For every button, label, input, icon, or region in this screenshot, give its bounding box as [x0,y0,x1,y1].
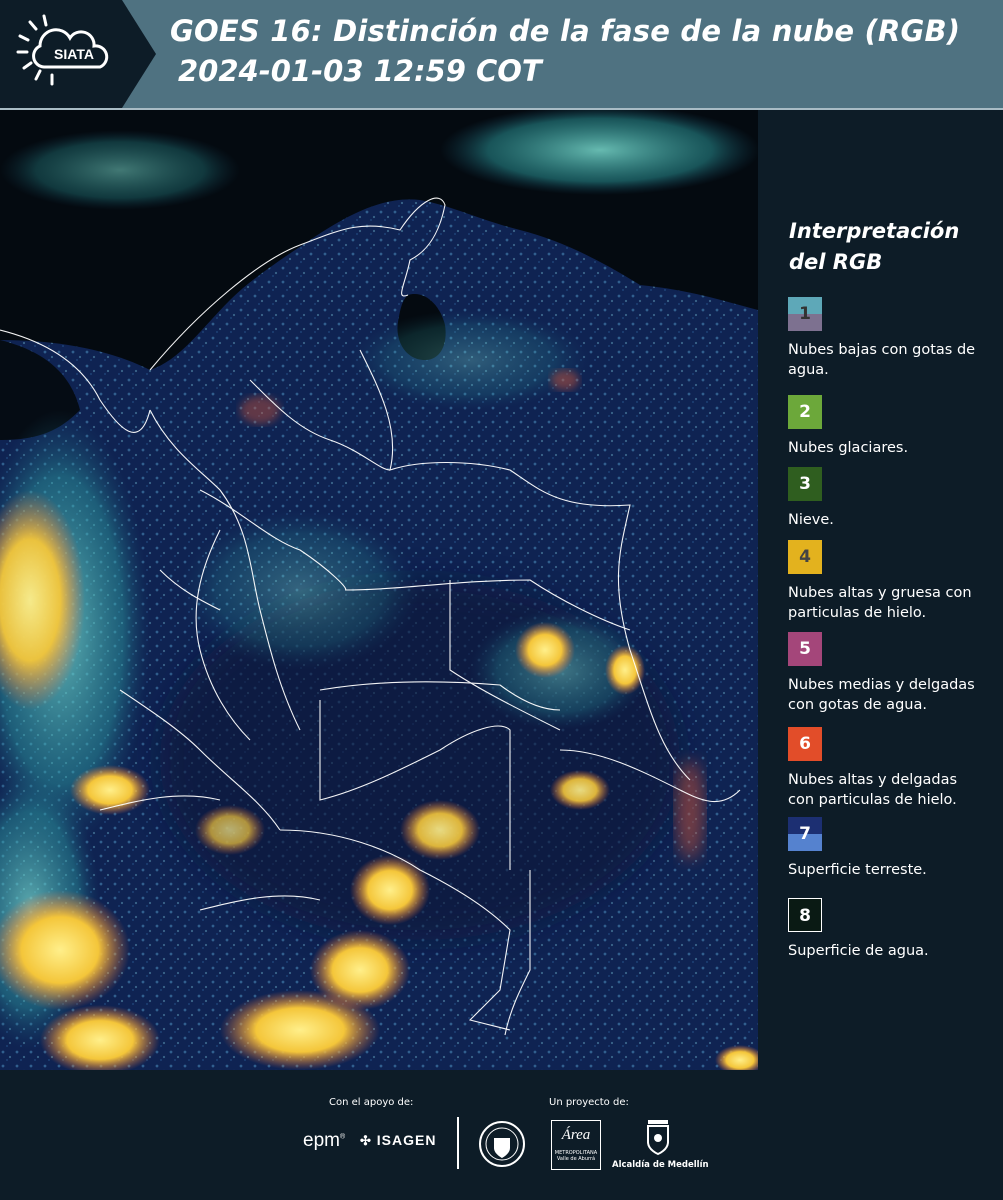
legend-label: Nubes glaciares. [788,440,909,456]
legend-label: Nieve. [788,512,834,528]
legend-title-line-2: del RGB [789,250,883,274]
legend-swatch: 8 [788,898,822,932]
legend-label: Nubes altas y delgadas con particulas de… [788,772,958,808]
legend-number: 2 [799,402,811,422]
area-logo-sub2: Valle de Aburrá [556,1156,596,1162]
footer: Con el apoyo de: Un proyecto de: epm® ✣ … [0,1070,1003,1200]
support-label: Con el apoyo de: [329,1097,414,1108]
area-logo-text: Área [561,1127,591,1143]
legend-label: Nubes medias y delgadas con gotas de agu… [788,677,975,713]
legend-number: 7 [799,824,811,844]
isagen-logo: ✣ ISAGEN [360,1132,436,1149]
legend-number: 3 [799,474,811,494]
legend-swatch: 6 [788,727,822,761]
legend-item: 7 Superficie terreste. [788,817,983,880]
area-metropolitana-logo: Área METROPOLITANA Valle de Aburrá [551,1120,601,1170]
legend-swatch: 5 [788,632,822,666]
legend-item: 8 Superficie de agua. [788,898,983,961]
legend-label: Superficie terreste. [788,862,927,878]
epm-logo: epm® [303,1130,345,1152]
legend-item: 6 Nubes altas y delgadas con particulas d… [788,727,983,810]
legend-number: 6 [799,734,811,754]
header-banner: SIATA GOES 16: Distinción de la fase de … [0,0,1003,108]
legend-title: Interpretación del RGB [789,216,999,278]
legend-swatch: 4 [788,540,822,574]
legend-item: 3 Nieve. [788,467,983,530]
title-line-2: 2024-01-03 12:59 COT [178,54,542,88]
epm-logo-text: epm [303,1130,340,1151]
satellite-map [0,110,758,1070]
legend-title-line-1: Interpretación [789,219,960,243]
legend-label: Nubes bajas con gotas de agua. [788,342,976,378]
legend-number: 8 [799,906,811,926]
isagen-logo-text: ISAGEN [376,1132,437,1148]
legend-number: 5 [799,639,811,659]
registered-mark: ® [339,1133,346,1141]
legend-number: 1 [799,304,811,324]
legend-swatch: 3 [788,467,822,501]
legend-swatch: 2 [788,395,822,429]
legend-item: 5 Nubes medias y delgadas con gotas de ag… [788,632,983,715]
legend-swatch: 7 [788,817,822,851]
legend-number: 4 [799,547,811,567]
legend-item: 2 Nubes glaciares. [788,395,983,458]
svg-text:SIATA: SIATA [54,46,94,62]
legend-item: 4 Nubes altas y gruesa con particulas de … [788,540,983,623]
satellite-image [0,110,758,1070]
legend-panel: Interpretación del RGB 1 Nubes bajas con … [760,110,1003,1070]
medellin-seal-icon [479,1121,525,1167]
title-line-1: GOES 16: Distinción de la fase de la nub… [170,14,961,48]
alcaldia-text: Alcaldía de Medellín [612,1160,709,1170]
legend-label: Superficie de agua. [788,943,929,959]
isagen-icon: ✣ [360,1133,372,1148]
project-label: Un proyecto de: [549,1097,629,1108]
alcaldia-shield-icon [647,1120,669,1156]
legend-swatch: 1 [788,297,822,331]
siata-logo: SIATA [0,0,156,108]
legend-item: 1 Nubes bajas con gotas de agua. [788,297,983,380]
legend-label: Nubes altas y gruesa con particulas de h… [788,585,972,621]
footer-divider [457,1117,459,1169]
